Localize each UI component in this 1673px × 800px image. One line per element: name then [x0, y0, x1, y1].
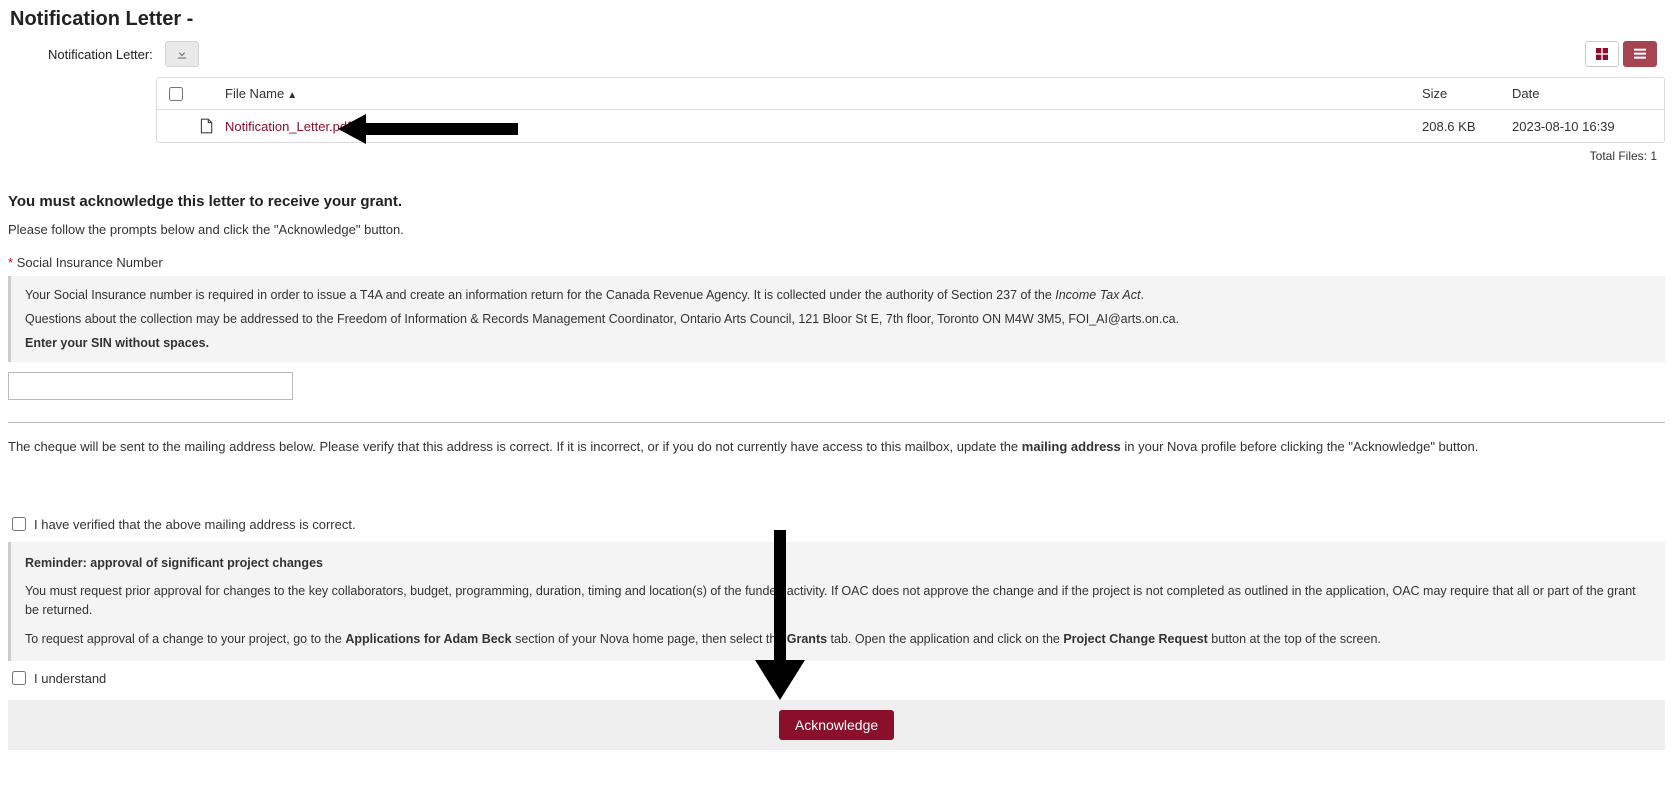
total-files: Total Files: 1: [8, 149, 1665, 163]
acknowledge-button[interactable]: Acknowledge: [779, 710, 894, 740]
reminder-p2: You must request prior approval for chan…: [25, 582, 1651, 620]
mailing-para-a: The cheque will be sent to the mailing a…: [8, 439, 1022, 454]
verify-address-row[interactable]: I have verified that the above mailing a…: [12, 517, 1665, 532]
file-table: File Name▲ Size Date Notification_Letter…: [156, 77, 1665, 143]
reminder-title: Reminder: approval of significant projec…: [25, 554, 1651, 573]
sin-info-box: Your Social Insurance number is required…: [8, 276, 1665, 362]
divider: [8, 422, 1665, 423]
download-icon: [175, 47, 189, 61]
sin-input[interactable]: [8, 372, 293, 400]
notification-letter-label: Notification Letter:: [48, 47, 153, 62]
sin-info-p3: Enter your SIN without spaces.: [25, 336, 1651, 350]
acknowledge-bar: Acknowledge: [8, 700, 1665, 750]
file-date: 2023-08-10 16:39: [1512, 119, 1652, 134]
table-row: Notification_Letter.pdf 208.6 KB 2023-08…: [157, 110, 1664, 142]
view-toggle: [1585, 41, 1665, 67]
sin-label-text: Social Insurance Number: [17, 255, 163, 270]
reminder-p3-g: button at the top of the screen.: [1208, 632, 1381, 646]
file-link[interactable]: Notification_Letter.pdf: [225, 119, 351, 134]
file-size: 208.6 KB: [1422, 119, 1512, 134]
reminder-p3: To request approval of a change to your …: [25, 630, 1651, 649]
header-date[interactable]: Date: [1512, 86, 1652, 101]
ack-subtext: Please follow the prompts below and clic…: [8, 222, 1665, 237]
ack-heading: You must acknowledge this letter to rece…: [8, 193, 1665, 210]
sort-asc-icon: ▲: [287, 90, 297, 101]
verify-address-checkbox[interactable]: [12, 517, 26, 531]
header-size[interactable]: Size: [1422, 86, 1512, 101]
reminder-p3-e: tab. Open the application and click on t…: [827, 632, 1063, 646]
reminder-p3-a: To request approval of a change to your …: [25, 632, 345, 646]
file-pdf-icon: [199, 118, 213, 134]
reminder-p3-f: Project Change Request: [1063, 632, 1207, 646]
reminder-p3-b: Applications for Adam Beck: [345, 632, 511, 646]
download-button[interactable]: [165, 41, 199, 67]
sin-info-p1-em: Income Tax Act: [1055, 288, 1140, 302]
sin-info-p2: Questions about the collection may be ad…: [25, 312, 1651, 326]
list-view-button[interactable]: [1623, 41, 1657, 67]
sin-field-label: * Social Insurance Number: [8, 255, 1665, 270]
select-all-checkbox[interactable]: [169, 87, 183, 101]
list-icon: [1632, 46, 1648, 62]
mailing-paragraph: The cheque will be sent to the mailing a…: [8, 437, 1665, 457]
understand-row[interactable]: I understand: [12, 671, 1665, 686]
header-file-name[interactable]: File Name▲: [225, 86, 1422, 101]
mailing-para-b: mailing address: [1022, 439, 1121, 454]
understand-checkbox[interactable]: [12, 671, 26, 685]
sin-info-p1-b: .: [1140, 288, 1143, 302]
grid-icon: [1594, 46, 1610, 62]
required-star: *: [8, 255, 13, 270]
reminder-box: Reminder: approval of significant projec…: [8, 542, 1665, 661]
verify-address-label: I have verified that the above mailing a…: [34, 517, 356, 532]
sin-info-p1: Your Social Insurance number is required…: [25, 288, 1651, 302]
page-title: Notification Letter -: [8, 8, 1665, 31]
grid-view-button[interactable]: [1585, 41, 1619, 67]
sin-info-p1-a: Your Social Insurance number is required…: [25, 288, 1055, 302]
reminder-p3-d: Grants: [787, 632, 827, 646]
header-file-name-label: File Name: [225, 86, 284, 101]
reminder-p3-c: section of your Nova home page, then sel…: [512, 632, 787, 646]
table-header-row: File Name▲ Size Date: [157, 78, 1664, 110]
understand-label: I understand: [34, 671, 106, 686]
mailing-para-c: in your Nova profile before clicking the…: [1121, 439, 1479, 454]
top-row: Notification Letter:: [8, 41, 1665, 67]
